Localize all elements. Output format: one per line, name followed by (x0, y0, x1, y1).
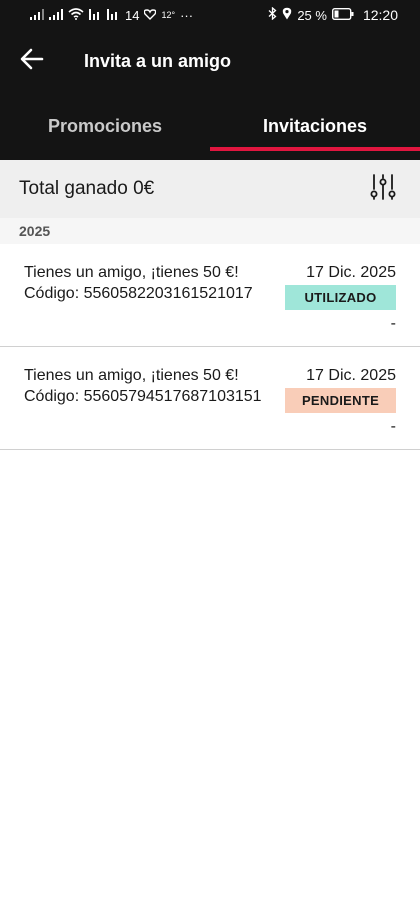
status-right: 25 % 12:20 (268, 6, 398, 23)
tab-label: Promociones (47, 115, 163, 136)
invitation-info: Tienes un amigo, ¡tienes 50 €! Código: 5… (24, 365, 262, 407)
invitation-item[interactable]: Tienes un amigo, ¡tienes 50 €! Código: 5… (0, 244, 420, 347)
clock: 12:20 (362, 7, 398, 23)
tab-invitaciones[interactable]: Invitaciones (210, 92, 420, 160)
signal-icon-2 (49, 8, 63, 23)
invitation-amount: - (390, 418, 396, 435)
wifi-icon (68, 7, 84, 23)
invitation-date: 17 Dic. 2025 (306, 367, 396, 384)
invitation-title: Tienes un amigo, ¡tienes 50 €! (24, 264, 239, 281)
invitation-amount: - (390, 315, 396, 332)
status-badge: PENDIENTE (285, 388, 396, 413)
header-top-row: Invita a un amigo (0, 30, 420, 92)
active-tab-indicator (210, 147, 420, 151)
invitation-meta: 17 Dic. 2025 UTILIZADO - (285, 262, 396, 334)
tab-bar: Promociones Invitaciones (0, 92, 420, 160)
back-button[interactable] (0, 30, 84, 92)
chart-icon-2 (107, 8, 120, 23)
status-left: 14 12° ··· (30, 8, 193, 23)
filter-button[interactable] (370, 173, 396, 206)
battery-icon (331, 7, 354, 23)
location-icon (282, 7, 292, 23)
sliders-icon (370, 173, 396, 206)
invitation-meta: 17 Dic. 2025 PENDIENTE - (285, 365, 396, 437)
year-section-header: 2025 (0, 218, 420, 244)
total-earned-bar: Total ganado 0€ (0, 160, 420, 218)
invitation-code: Código: 55605794517687103151 (24, 388, 262, 405)
notification-count: 14 (125, 7, 140, 23)
arrow-left-icon (20, 48, 44, 75)
invitation-code: Código: 5560582203161521017 (24, 285, 253, 302)
chart-icon (89, 8, 102, 23)
tab-promociones[interactable]: Promociones (0, 92, 210, 160)
page-title: Invita a un amigo (84, 50, 232, 71)
bluetooth-icon (268, 6, 277, 23)
invitation-date: 17 Dic. 2025 (306, 264, 396, 281)
invitation-title: Tienes un amigo, ¡tienes 50 €! (24, 367, 239, 384)
app-header: Invita a un amigo Promociones Invitacion… (0, 30, 420, 160)
status-bar: 14 12° ··· 25 % 12:20 (0, 0, 420, 30)
status-badge: UTILIZADO (285, 285, 396, 310)
heart-icon (144, 8, 157, 23)
invitation-item[interactable]: Tienes un amigo, ¡tienes 50 €! Código: 5… (0, 347, 420, 450)
signal-icon (30, 8, 44, 23)
temperature: 12° (161, 10, 176, 20)
battery-level: 25 % (297, 7, 327, 23)
tab-label: Invitaciones (262, 115, 368, 136)
total-earned-label: Total ganado 0€ (19, 178, 155, 199)
invitation-info: Tienes un amigo, ¡tienes 50 €! Código: 5… (24, 262, 253, 304)
more-dots: ··· (180, 7, 194, 23)
